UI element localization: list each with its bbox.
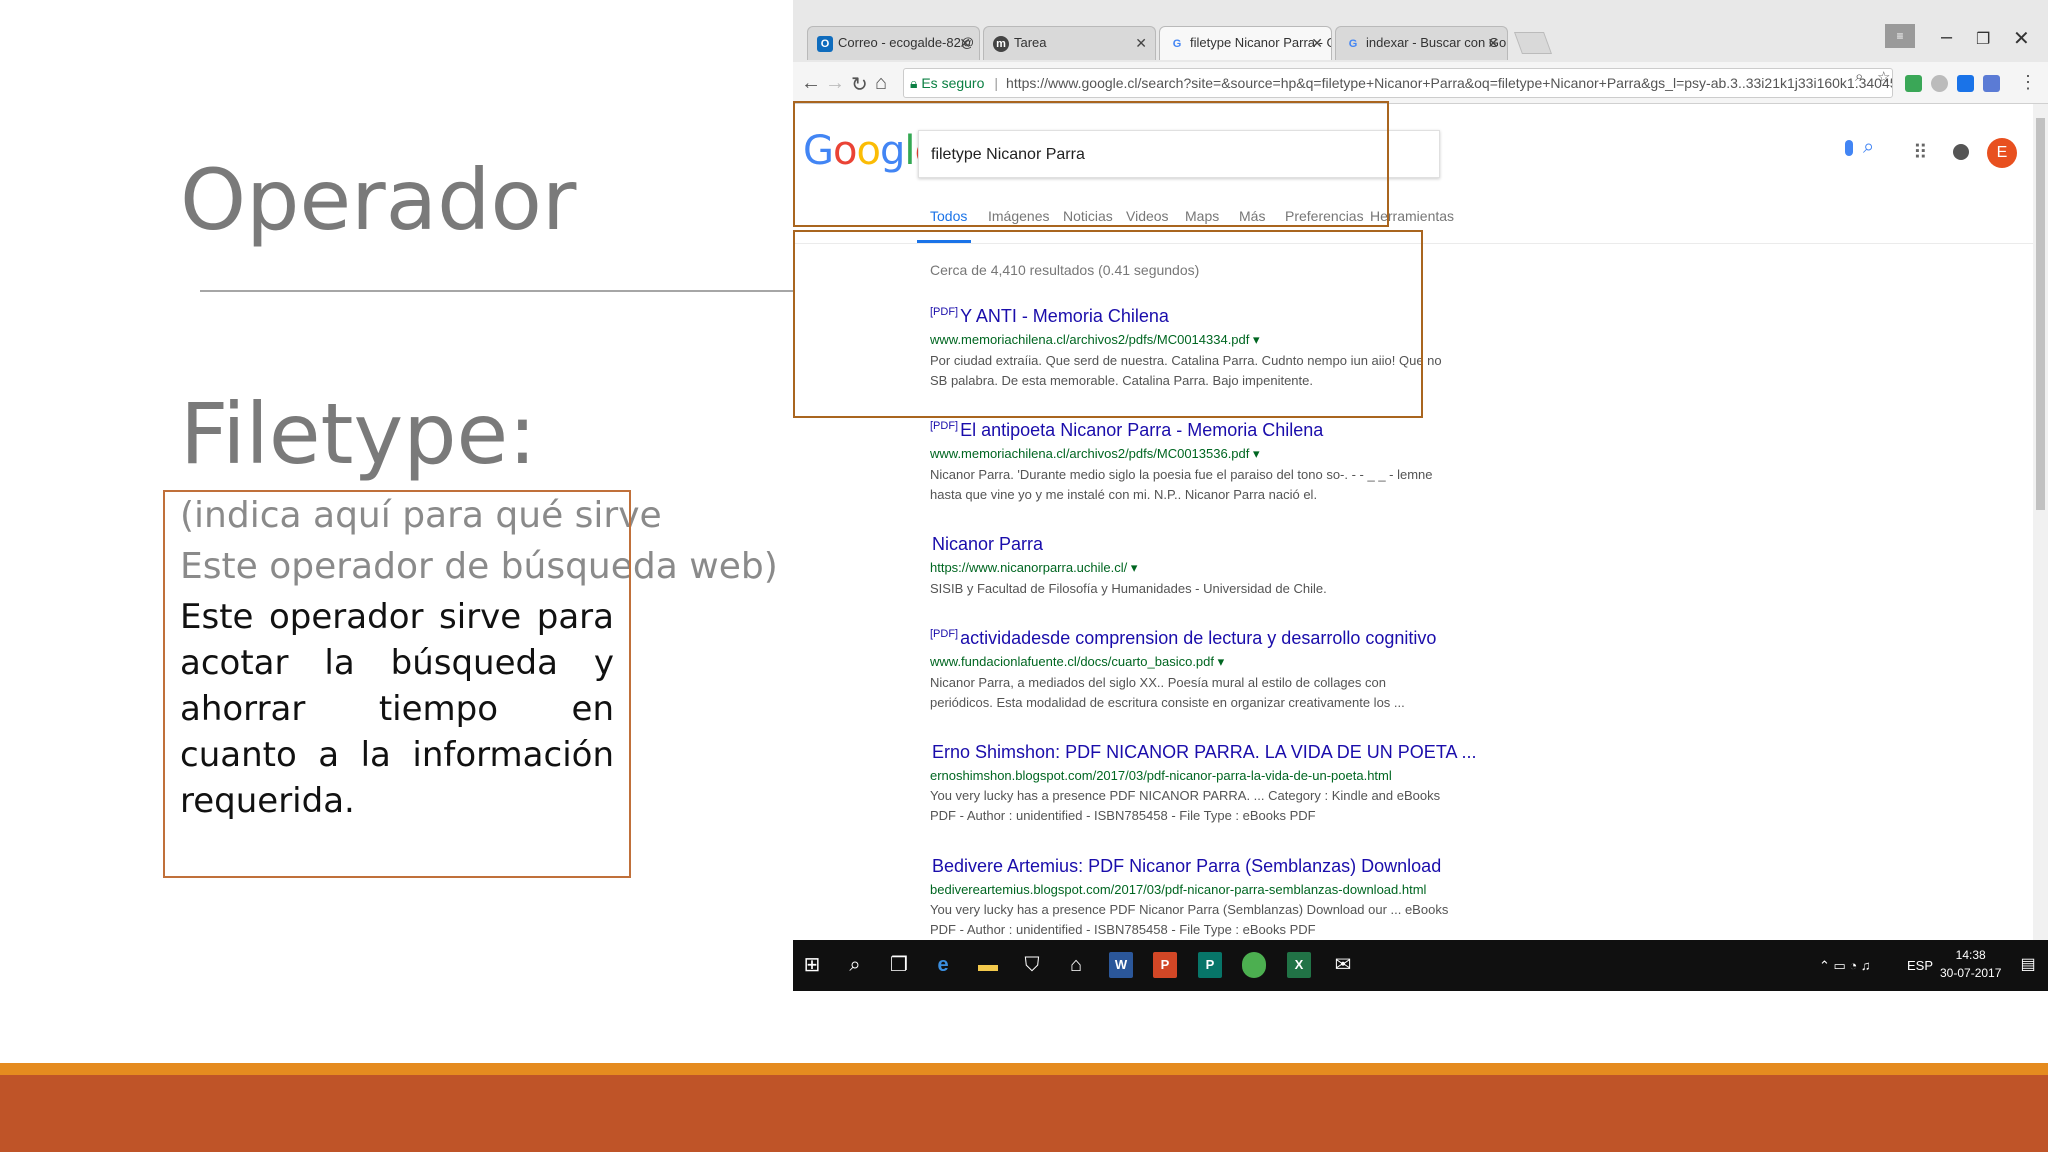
slide-title: Operador (180, 151, 577, 249)
action-center-icon[interactable]: ▤ (2015, 952, 2041, 978)
google-icon: G (1172, 38, 1182, 50)
forward-icon[interactable]: → (825, 72, 845, 95)
extension-icon[interactable] (1983, 75, 2000, 92)
reload-icon[interactable]: ↻ (851, 72, 868, 97)
zoom-icon[interactable]: ⌕ (1855, 68, 1863, 85)
close-tab-icon[interactable]: ✕ (1311, 35, 1323, 52)
restore-icon[interactable]: ❐ (1976, 29, 1990, 49)
mail-icon[interactable]: ✉ (1330, 952, 1356, 978)
tab-indexar[interactable]: G indexar - Buscar con Go ✕ (1335, 26, 1508, 60)
edge-icon[interactable]: e (930, 952, 956, 978)
title-divider (200, 290, 794, 292)
result-url[interactable]: ernoshimshon.blogspot.com/2017/03/pdf-ni… (930, 768, 1450, 783)
tab-label: Correo - ecogalde-82@ (838, 35, 975, 50)
moodle-icon: m (993, 36, 1009, 52)
clock-date: 30-07-2017 (1940, 966, 2002, 980)
footer-band-accent (0, 1063, 2048, 1075)
search-result: Erno Shimshon: PDF NICANOR PARRA. LA VID… (930, 742, 1477, 826)
windows-start-icon[interactable]: ⊞ (799, 952, 825, 978)
search-icon[interactable]: ⌕ (1863, 136, 1874, 159)
close-tab-icon[interactable]: ✕ (1135, 35, 1147, 52)
home-app-icon[interactable]: ⌂ (1063, 952, 1089, 978)
avatar[interactable]: E (1987, 138, 2017, 168)
outlook-icon: O (817, 36, 833, 52)
powerpoint-icon[interactable]: P (1153, 952, 1177, 978)
result-url[interactable]: https://www.nicanorparra.uchile.cl/ ▾ (930, 560, 1450, 576)
lock-icon: 🔒︎ (910, 75, 922, 91)
store-icon[interactable]: ⛉ (1019, 952, 1045, 978)
scrollbar-thumb[interactable] (2036, 118, 2045, 510)
result-snippet: Nicanor Parra. 'Durante medio siglo la p… (930, 467, 1433, 502)
apps-grid-icon[interactable]: ⠿ (1913, 140, 1928, 165)
tab-tarea[interactable]: m Tarea ✕ (983, 26, 1156, 60)
result-snippet: SISIB y Facultad de Filosofía y Humanida… (930, 581, 1327, 596)
search-icon[interactable]: ⌕ (842, 952, 868, 978)
extension-icon[interactable] (1931, 75, 1948, 92)
result-url[interactable]: www.fundacionlafuente.cl/docs/cuarto_bas… (930, 654, 1450, 670)
extension-icon[interactable] (1957, 75, 1974, 92)
bookmark-star-icon[interactable]: ☆ (1877, 68, 1890, 86)
result-highlight-box (793, 230, 1423, 418)
secure-label: Es seguro (921, 75, 985, 91)
tab-label: Tarea (1014, 35, 1047, 50)
result-url[interactable]: bedivereartemius.blogspot.com/2017/03/pd… (930, 882, 1450, 897)
new-tab-button[interactable] (1513, 32, 1553, 54)
notifications-icon[interactable] (1953, 144, 1969, 160)
clock[interactable]: 14:38 30-07-2017 (1940, 946, 2001, 982)
search-result: [PDF] actividadesde comprension de lectur… (930, 628, 1450, 713)
microphone-icon[interactable] (1845, 140, 1853, 156)
clock-time: 14:38 (1955, 948, 1986, 962)
close-tab-icon[interactable]: ✕ (959, 35, 971, 52)
result-title[interactable]: Bedivere Artemius: PDF Nicanor Parra (Se… (930, 856, 1450, 877)
tab-strip: O Correo - ecogalde-82@ ✕ m Tarea ✕ G fi… (793, 0, 2048, 62)
tab-label: indexar - Buscar con Go (1366, 35, 1507, 50)
menu-icon[interactable]: ⋮ (2019, 72, 2037, 93)
language-indicator[interactable]: ESP (1907, 958, 1933, 973)
result-title[interactable]: [PDF] El antipoeta Nicanor Parra - Memori… (930, 420, 1450, 441)
footer-band (0, 1075, 2048, 1152)
word-icon[interactable]: W (1109, 952, 1133, 978)
url-text: https://www.google.cl/search?site=&sourc… (1006, 75, 1893, 91)
taskbar: ⊞ ⌕ ❐ e ▬ ⛉ ⌂ W P P X ✉ ⌃ ▭ ◔ ♫ ESP 14:3… (793, 940, 2048, 991)
extension-icon[interactable] (1905, 75, 1922, 92)
result-snippet: You very lucky has a presence PDF Nicano… (930, 902, 1449, 937)
search-result: [PDF] El antipoeta Nicanor Parra - Memori… (930, 420, 1450, 505)
tab-correo[interactable]: O Correo - ecogalde-82@ ✕ (807, 26, 980, 60)
search-result: Bedivere Artemius: PDF Nicanor Parra (Se… (930, 856, 1450, 940)
publisher-icon[interactable]: P (1198, 952, 1222, 978)
answer-text: Este operador sirve para acotar la búsqu… (180, 597, 614, 821)
result-url[interactable]: www.memoriachilena.cl/archivos2/pdfs/MC0… (930, 446, 1450, 462)
close-tab-icon[interactable]: ✕ (1487, 35, 1499, 52)
address-bar[interactable]: 🔒︎ Es seguro | https://www.google.cl/searc… (903, 68, 1893, 98)
tab-filetype[interactable]: G filetype Nicanor Parra - G ✕ (1159, 26, 1332, 60)
profile-icon[interactable]: ≡ (1885, 24, 1915, 48)
back-icon[interactable]: ← (801, 72, 821, 95)
tray-icons[interactable]: ⌃ ▭ ◔ ♫ (1819, 958, 1871, 974)
search-result: Nicanor Parra https://www.nicanorparra.u… (930, 534, 1450, 599)
result-title[interactable]: [PDF] actividadesde comprension de lectur… (930, 628, 1450, 649)
chrome-icon[interactable] (1242, 952, 1266, 978)
excel-icon[interactable]: X (1287, 952, 1311, 978)
result-title[interactable]: Nicanor Parra (930, 534, 1450, 555)
file-explorer-icon[interactable]: ▬ (975, 952, 1001, 978)
browser-toolbar: ← → ↻ ⌂ 🔒︎ Es seguro | https://www.google.… (793, 62, 2048, 104)
task-view-icon[interactable]: ❐ (886, 952, 912, 978)
home-icon[interactable]: ⌂ (875, 72, 887, 95)
result-title[interactable]: Erno Shimshon: PDF NICANOR PARRA. LA VID… (930, 742, 1477, 763)
browser-screenshot: O Correo - ecogalde-82@ ✕ m Tarea ✕ G fi… (793, 0, 2048, 991)
search-highlight-box (793, 101, 1389, 227)
google-icon: G (1348, 38, 1358, 50)
slide-subtitle: Filetype: (180, 385, 537, 483)
minimize-icon[interactable]: – (1941, 26, 1952, 49)
result-snippet: You very lucky has a presence PDF NICANO… (930, 788, 1441, 823)
close-window-icon[interactable]: ✕ (2013, 26, 2030, 51)
result-snippet: Nicanor Parra, a mediados del siglo XX..… (930, 675, 1405, 710)
